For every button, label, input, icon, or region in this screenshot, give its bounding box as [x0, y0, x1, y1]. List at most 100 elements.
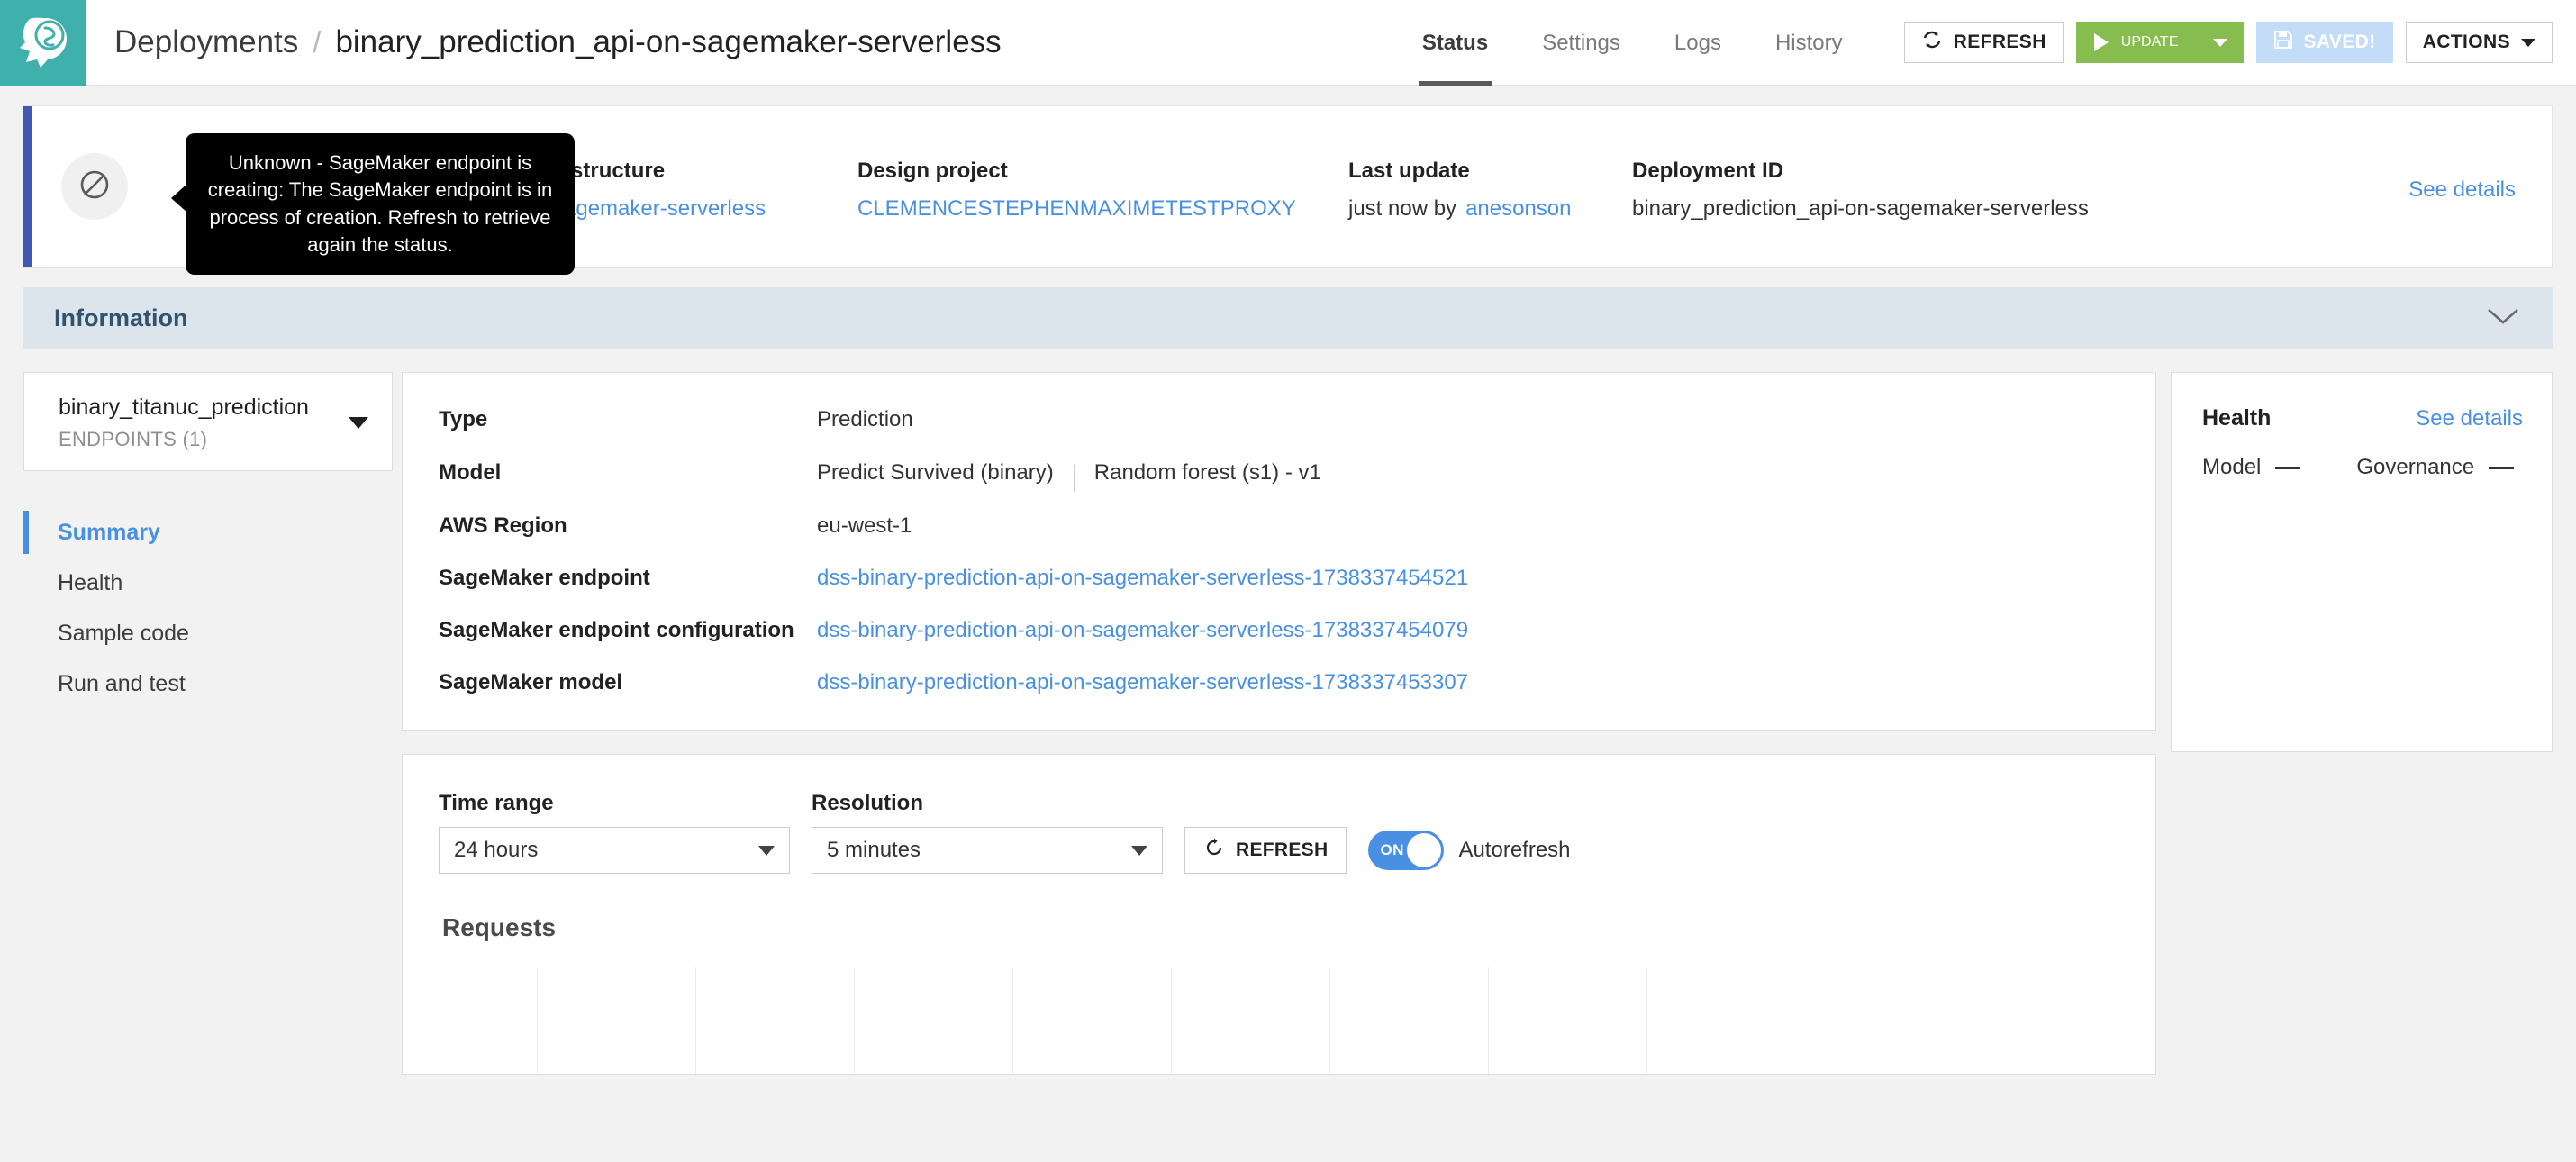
tab-logs-label: Logs: [1673, 30, 1721, 55]
health-see-details-link[interactable]: See details: [2416, 406, 2523, 431]
status-banner: Unknown - SageMaker endpoint is creating…: [23, 105, 2553, 276]
requests-chart-title: Requests: [442, 913, 557, 941]
update-button-label: UPDATE: [2120, 34, 2179, 50]
saved-button[interactable]: SAVED!: [2255, 22, 2393, 63]
time-range-value: 24 hours: [454, 838, 539, 862]
info-key: SageMaker endpoint: [439, 566, 650, 590]
time-range-select[interactable]: 24 hours: [439, 827, 790, 874]
endpoint-selector[interactable]: binary_titanuc_prediction ENDPOINTS (1): [23, 372, 393, 471]
tab-settings-label: Settings: [1542, 30, 1620, 55]
update-button[interactable]: UPDATE: [2076, 22, 2197, 63]
refresh-button[interactable]: REFRESH: [1903, 22, 2064, 63]
info-key: SageMaker model: [439, 670, 623, 694]
health-model-label: Model: [2202, 455, 2262, 479]
info-row-sagemaker-model: SageMaker model dss-binary-prediction-ap…: [439, 670, 2155, 695]
autorefresh-state-label: ON: [1380, 841, 1404, 858]
chevron-down-icon[interactable]: [349, 416, 368, 429]
info-row-type: Type Prediction: [439, 407, 2155, 432]
status-icon-container[interactable]: [61, 153, 128, 220]
play-icon: [2093, 33, 2109, 51]
info-key: Type: [439, 407, 488, 431]
chart-gridline: [1171, 967, 1172, 1074]
main-content: Type Prediction Model Predict Survived (…: [393, 372, 2156, 1075]
status-tooltip: Unknown - SageMaker endpoint is creating…: [171, 133, 575, 276]
autorefresh-toggle[interactable]: ON: [1368, 831, 1445, 870]
sidebar-item-health-label: Health: [58, 569, 123, 595]
last-update-value: just now by: [1348, 195, 1457, 221]
info-row-sagemaker-endpoint-configuration: SageMaker endpoint configuration dss-bin…: [439, 618, 2155, 643]
save-icon: [2273, 30, 2293, 55]
design-project-link[interactable]: CLEMENCESTEPHENMAXIMETESTPROXY: [857, 196, 1296, 222]
status-accent-bar: [23, 106, 32, 267]
health-governance-label: Governance: [2356, 455, 2475, 479]
infrastructure-link[interactable]: sagemaker-serverless: [553, 196, 766, 222]
sidebar-item-run-and-test[interactable]: Run and test: [23, 658, 393, 709]
health-title: Health: [2202, 405, 2272, 431]
unknown-slashed-circle-icon: [76, 166, 113, 208]
status-tooltip-text: Unknown - SageMaker endpoint is creating…: [207, 151, 553, 257]
deployment-info-card: Type Prediction Model Predict Survived (…: [402, 372, 2156, 731]
metrics-refresh-label: REFRESH: [1236, 840, 1329, 860]
resolution-select[interactable]: 5 minutes: [812, 827, 1163, 874]
tab-status[interactable]: Status: [1395, 0, 1515, 86]
sidebar-item-run-and-test-label: Run and test: [58, 670, 186, 696]
metrics-controls: Time range 24 hours Resolution 5 minutes: [403, 755, 2155, 874]
chevron-down-icon: [758, 845, 775, 856]
update-button-group: UPDATE: [2075, 22, 2244, 63]
chart-gridline: [1012, 967, 1013, 1074]
tab-history[interactable]: History: [1748, 0, 1870, 86]
health-model-value-dash: [2275, 466, 2301, 469]
sagemaker-model-link[interactable]: dss-binary-prediction-api-on-sagemaker-s…: [817, 670, 1468, 695]
last-update-author-link[interactable]: anesonson: [1465, 196, 1571, 222]
actions-button[interactable]: ACTIONS: [2405, 22, 2553, 63]
health-status-row: Model Governance: [2202, 455, 2523, 480]
value-divider: [1073, 465, 1075, 492]
tab-bar: Status Settings Logs History: [1395, 0, 1870, 86]
breadcrumb: Deployments / binary_prediction_api-on-s…: [86, 0, 1002, 85]
sidebar-item-summary-label: Summary: [58, 519, 160, 545]
dataiku-logo[interactable]: [0, 0, 86, 86]
last-update-label: Last update: [1348, 158, 1470, 183]
deployment-id-label: Deployment ID: [1632, 158, 1784, 183]
info-key: SageMaker endpoint configuration: [439, 618, 794, 642]
metrics-card: Time range 24 hours Resolution 5 minutes: [402, 754, 2156, 1075]
chevron-down-icon[interactable]: [2486, 306, 2520, 331]
sidebar-item-health[interactable]: Health: [23, 558, 393, 608]
sidebar-item-sample-code[interactable]: Sample code: [23, 608, 393, 658]
time-range-control: Time range 24 hours: [439, 791, 790, 874]
information-section-header[interactable]: Information: [23, 287, 2553, 349]
breadcrumb-root[interactable]: Deployments: [114, 24, 298, 60]
refresh-icon: [1921, 29, 1943, 56]
page-body: binary_titanuc_prediction ENDPOINTS (1) …: [0, 349, 2576, 1075]
chart-gridline: [537, 967, 538, 1074]
saved-button-label: SAVED!: [2303, 32, 2376, 52]
metrics-refresh-button[interactable]: REFRESH: [1184, 827, 1347, 874]
banner-field-design-project: Design project CLEMENCESTEPHENMAXIMETEST…: [857, 159, 1348, 222]
requests-chart-area[interactable]: [442, 966, 2155, 1074]
chevron-down-icon: [2213, 38, 2227, 47]
info-value: eu-west-1: [817, 513, 912, 538]
status-banner-wrapper: Unknown - SageMaker endpoint is creating…: [0, 86, 2576, 276]
info-key: AWS Region: [439, 513, 567, 538]
resolution-value: 5 minutes: [827, 838, 921, 862]
top-bar: Deployments / binary_prediction_api-on-s…: [0, 0, 2576, 86]
health-governance-status: Governance: [2356, 455, 2515, 480]
chart-gridline: [1488, 967, 1489, 1074]
sidebar-item-summary[interactable]: Summary: [23, 507, 393, 558]
actions-button-label: ACTIONS: [2422, 32, 2510, 52]
toolbar: REFRESH UPDATE SAVED! ACTIONS: [1882, 0, 2576, 85]
design-project-label: Design project: [857, 158, 1008, 183]
banner-see-details-link[interactable]: See details: [2408, 177, 2516, 203]
chevron-down-icon: [1131, 845, 1147, 856]
tab-settings[interactable]: Settings: [1515, 0, 1647, 86]
banner-fields: Infrastructure sagemaker-serverless Desi…: [524, 151, 2552, 222]
tab-logs[interactable]: Logs: [1647, 0, 1748, 86]
autorefresh-control: ON Autorefresh: [1368, 827, 1571, 874]
sagemaker-endpoint-configuration-link[interactable]: dss-binary-prediction-api-on-sagemaker-s…: [817, 618, 1468, 643]
endpoint-count-label: ENDPOINTS (1): [59, 427, 208, 450]
information-title: Information: [54, 304, 188, 331]
update-dropdown-button[interactable]: [2196, 22, 2244, 63]
health-model-status: Model: [2202, 455, 2301, 480]
sagemaker-endpoint-link[interactable]: dss-binary-prediction-api-on-sagemaker-s…: [817, 566, 1468, 591]
requests-chart-block: Requests: [403, 874, 2155, 1074]
